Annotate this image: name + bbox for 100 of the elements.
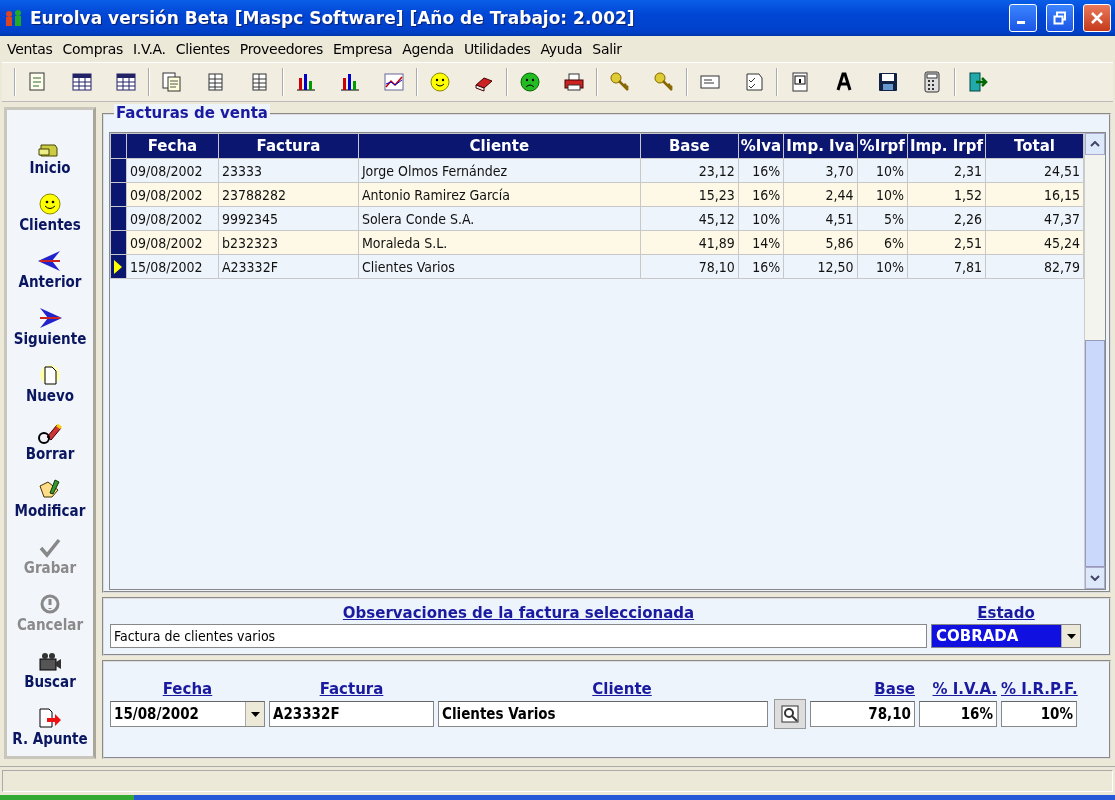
chevron-down-icon [1090, 575, 1100, 581]
restore-button[interactable] [1046, 4, 1074, 32]
sidebar-button[interactable]: Siguiente [13, 299, 87, 349]
column-header[interactable]: Imp. Iva [783, 133, 858, 159]
calendar-icon[interactable] [114, 70, 138, 94]
checkmark-icon [38, 536, 62, 559]
close-icon [1090, 11, 1104, 25]
scroll-thumb[interactable] [1085, 340, 1105, 567]
scroll-up-button[interactable] [1085, 133, 1105, 155]
scroll-down-button[interactable] [1085, 567, 1105, 589]
document-arrow-icon [37, 706, 63, 731]
menu-item[interactable]: Ventas [2, 41, 58, 57]
table-cell: 82,79 [985, 254, 1084, 279]
documents-icon[interactable] [160, 70, 184, 94]
table-cell: Clientes Varios [358, 254, 641, 279]
sidebar-button[interactable]: Inicio [29, 128, 71, 178]
input-field[interactable]: Factura de clientes varios [110, 624, 927, 648]
menu-item[interactable]: I.V.A. [127, 41, 171, 57]
table-cell: 15,23 [640, 182, 739, 207]
column-header[interactable]: %Iva [738, 133, 784, 159]
menu-item[interactable]: Utilidades [458, 41, 536, 57]
row-indicator[interactable] [110, 158, 127, 183]
row-indicator[interactable] [110, 182, 127, 207]
table-cell: 16,15 [985, 182, 1084, 207]
dropdown-field[interactable]: COBRADA [931, 624, 1081, 648]
field-label: Cliente [591, 680, 653, 698]
app-icon [4, 8, 24, 28]
exit-icon[interactable] [966, 70, 990, 94]
minimize-icon [1017, 20, 1025, 24]
scrollbar[interactable] [1084, 133, 1105, 589]
minimize-button[interactable] [1009, 4, 1037, 32]
sidebar-button[interactable]: Borrar [25, 413, 75, 463]
table-cell: 47,37 [985, 206, 1084, 231]
column-header[interactable]: %Irpf [857, 133, 908, 159]
input-field[interactable]: 16% [919, 701, 997, 727]
frown-icon[interactable] [518, 70, 542, 94]
sidebar-button[interactable]: Clientes [19, 185, 81, 235]
table-cell: A23332F [218, 254, 359, 279]
menu-item[interactable]: Salir [587, 41, 627, 57]
column-header[interactable]: Cliente [358, 133, 641, 159]
table-cell: 23,12 [640, 158, 739, 183]
sidebar-button[interactable]: Modificar [14, 470, 86, 520]
menu-item[interactable]: Clientes [170, 41, 235, 57]
header-corner [110, 133, 127, 159]
menu-item[interactable]: Agenda [397, 41, 459, 57]
menu-item[interactable]: Ayuda [535, 41, 588, 57]
input-field[interactable]: Clientes Varios [438, 701, 768, 727]
dropdown-button[interactable] [245, 702, 264, 726]
new-document-icon [39, 363, 61, 388]
column-header[interactable]: Imp. Irpf [907, 133, 986, 159]
menu-item[interactable]: Proveedores [234, 41, 329, 57]
sidebar-button[interactable]: Nuevo [25, 356, 75, 406]
row-indicator[interactable] [110, 254, 127, 279]
table-cell: Solera Conde S.A. [358, 206, 641, 231]
printer-icon[interactable] [562, 70, 586, 94]
camera-icon [37, 650, 63, 673]
column-header[interactable]: Total [985, 133, 1084, 159]
table-cell: 15/08/2002 [126, 254, 219, 279]
menu-item[interactable]: Compras [57, 41, 128, 57]
field-label: Factura [318, 680, 385, 698]
table-cell: Antonio Ramirez García [358, 182, 641, 207]
input-field[interactable]: 78,10 [810, 701, 915, 727]
calendar-icon[interactable] [70, 70, 94, 94]
dropdown-button[interactable] [1061, 625, 1080, 647]
window-title: Eurolva versión Beta [Maspc Software] [Año de Trabajo: 2.002] [30, 8, 636, 28]
smiley-icon [38, 192, 62, 217]
table-cell: 24,51 [985, 158, 1084, 183]
lookup-button[interactable] [774, 699, 806, 729]
smiley-icon[interactable] [428, 70, 452, 94]
column-header[interactable]: Fecha [126, 133, 219, 159]
caret-icon [250, 711, 260, 717]
row-indicator[interactable] [110, 206, 127, 231]
save-icon[interactable] [876, 70, 900, 94]
field-label: Observaciones de la factura seleccionada [341, 604, 696, 622]
input-field[interactable]: 10% [1001, 701, 1077, 727]
table-cell: 45,24 [985, 230, 1084, 255]
sidebar-button[interactable]: R. Apunte [12, 698, 88, 749]
field-label: Base [873, 680, 915, 698]
sidebar-button[interactable]: Anterior [18, 242, 82, 292]
table-cell: Moraleda S.L. [358, 230, 641, 255]
sidebar-button[interactable]: Buscar [24, 641, 76, 691]
menu-item[interactable]: Empresa [328, 41, 398, 57]
table-cell: b232323 [218, 230, 359, 255]
close-button[interactable] [1083, 4, 1111, 32]
table-cell: 09/08/2002 [126, 206, 219, 231]
column-header[interactable]: Factura [218, 133, 359, 159]
table-cell: 09/08/2002 [126, 182, 219, 207]
table-cell: 45,12 [640, 206, 739, 231]
search-icon [780, 704, 800, 724]
table-cell: 23788282 [218, 182, 359, 207]
date-dropdown[interactable]: 15/08/2002 [110, 701, 265, 727]
table-cell: 23333 [218, 158, 359, 183]
input-field[interactable]: A23332F [269, 701, 434, 727]
table-cell: 09/08/2002 [126, 158, 219, 183]
column-header[interactable]: Base [640, 133, 739, 159]
table-cell: 41,89 [640, 230, 739, 255]
field-label: % I.R.P.F. [1001, 680, 1077, 698]
row-indicator[interactable] [110, 230, 127, 255]
line-chart-icon[interactable] [382, 70, 406, 94]
restore-icon [1053, 11, 1067, 25]
